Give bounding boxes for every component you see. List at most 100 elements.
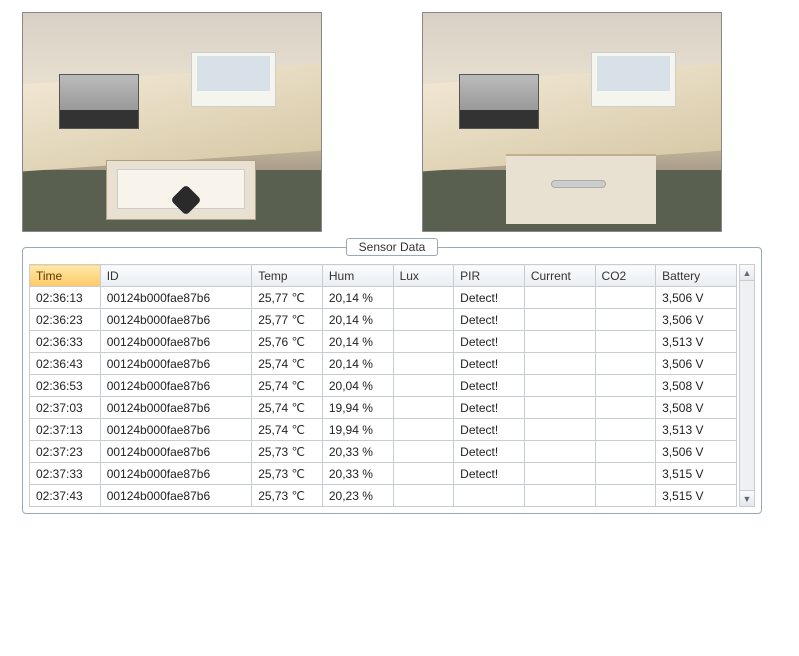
cell-id: 00124b000fae87b6 (100, 353, 252, 375)
photo-right (422, 12, 722, 232)
cell-battery: 3,513 V (656, 419, 737, 441)
col-header-current[interactable]: Current (524, 265, 595, 287)
cell-battery: 3,506 V (656, 309, 737, 331)
cell-battery: 3,506 V (656, 441, 737, 463)
cell-temp: 25,74 ℃ (252, 419, 323, 441)
cell-temp: 25,73 ℃ (252, 441, 323, 463)
table-row[interactable]: 02:37:1300124b000fae87b625,74 ℃19,94 % De… (30, 419, 737, 441)
cell-lux (393, 397, 454, 419)
scroll-down-button[interactable]: ▼ (740, 490, 754, 506)
cell-lux (393, 485, 454, 507)
cell-id: 00124b000fae87b6 (100, 463, 252, 485)
cell-hum: 20,23 % (322, 485, 393, 507)
cell-time: 02:36:23 (30, 309, 101, 331)
cell-current (524, 375, 595, 397)
cell-co2 (595, 331, 656, 353)
cell-co2 (595, 287, 656, 309)
cell-time: 02:36:13 (30, 287, 101, 309)
cell-hum: 20,04 % (322, 375, 393, 397)
cell-current (524, 353, 595, 375)
cell-lux (393, 375, 454, 397)
panel-title: Sensor Data (346, 238, 439, 256)
table-row[interactable]: 02:37:4300124b000fae87b625,73 ℃20,23 %3,… (30, 485, 737, 507)
cell-current (524, 463, 595, 485)
cell-time: 02:37:43 (30, 485, 101, 507)
cell-pir: Detect! (454, 287, 525, 309)
cell-battery: 3,506 V (656, 353, 737, 375)
col-header-temp[interactable]: Temp (252, 265, 323, 287)
col-header-pir[interactable]: PIR (454, 265, 525, 287)
cell-temp: 25,73 ℃ (252, 463, 323, 485)
cell-current (524, 419, 595, 441)
table-row[interactable]: 02:37:3300124b000fae87b625,73 ℃20,33 % De… (30, 463, 737, 485)
vertical-scrollbar[interactable]: ▲ ▼ (739, 264, 755, 507)
cell-co2 (595, 397, 656, 419)
cell-co2 (595, 309, 656, 331)
cell-hum: 20,14 % (322, 287, 393, 309)
cell-time: 02:37:03 (30, 397, 101, 419)
table-row[interactable]: 02:37:2300124b000fae87b625,73 ℃20,33 %De… (30, 441, 737, 463)
cell-time: 02:36:43 (30, 353, 101, 375)
cell-id: 00124b000fae87b6 (100, 485, 252, 507)
cell-battery: 3,508 V (656, 375, 737, 397)
cell-hum: 19,94 % (322, 397, 393, 419)
cell-temp: 25,77 ℃ (252, 287, 323, 309)
table-row[interactable]: 02:36:5300124b000fae87b625,74 ℃20,04 %De… (30, 375, 737, 397)
cell-time: 02:36:53 (30, 375, 101, 397)
cell-id: 00124b000fae87b6 (100, 441, 252, 463)
col-header-id[interactable]: ID (100, 265, 252, 287)
cell-hum: 20,33 % (322, 463, 393, 485)
sensor-data-panel: Sensor Data Time ID Temp Hum Lux PIR Cur… (22, 247, 762, 514)
cell-time: 02:37:33 (30, 463, 101, 485)
cell-lux (393, 441, 454, 463)
sensor-data-table[interactable]: Time ID Temp Hum Lux PIR Current CO2 Bat… (29, 264, 737, 507)
col-header-lux[interactable]: Lux (393, 265, 454, 287)
cell-current (524, 309, 595, 331)
cell-id: 00124b000fae87b6 (100, 331, 252, 353)
cell-pir: Detect! (454, 419, 525, 441)
cell-hum: 19,94 % (322, 419, 393, 441)
cell-co2 (595, 463, 656, 485)
cell-lux (393, 419, 454, 441)
col-header-hum[interactable]: Hum (322, 265, 393, 287)
cell-id: 00124b000fae87b6 (100, 287, 252, 309)
cell-time: 02:36:33 (30, 331, 101, 353)
table-row[interactable]: 02:36:4300124b000fae87b625,74 ℃20,14 %De… (30, 353, 737, 375)
col-header-battery[interactable]: Battery (656, 265, 737, 287)
table-row[interactable]: 02:37:0300124b000fae87b625,74 ℃19,94 % De… (30, 397, 737, 419)
scroll-up-button[interactable]: ▲ (740, 265, 754, 281)
cell-lux (393, 463, 454, 485)
cell-id: 00124b000fae87b6 (100, 375, 252, 397)
cell-pir (454, 485, 525, 507)
table-row[interactable]: 02:36:2300124b000fae87b625,77 ℃20,14 %De… (30, 309, 737, 331)
cell-battery: 3,513 V (656, 331, 737, 353)
table-row[interactable]: 02:36:3300124b000fae87b625,76 ℃20,14 %De… (30, 331, 737, 353)
cell-co2 (595, 353, 656, 375)
cell-pir: Detect! (454, 441, 525, 463)
table-row[interactable]: 02:36:1300124b000fae87b625,77 ℃20,14 % De… (30, 287, 737, 309)
cell-id: 00124b000fae87b6 (100, 419, 252, 441)
cell-co2 (595, 375, 656, 397)
cell-lux (393, 353, 454, 375)
cell-time: 02:37:13 (30, 419, 101, 441)
cell-lux (393, 309, 454, 331)
cell-battery: 3,515 V (656, 463, 737, 485)
cell-co2 (595, 441, 656, 463)
cell-pir: Detect! (454, 397, 525, 419)
cell-hum: 20,14 % (322, 331, 393, 353)
cell-time: 02:37:23 (30, 441, 101, 463)
cell-battery: 3,508 V (656, 397, 737, 419)
cell-hum: 20,14 % (322, 309, 393, 331)
cell-temp: 25,77 ℃ (252, 309, 323, 331)
col-header-co2[interactable]: CO2 (595, 265, 656, 287)
cell-temp: 25,74 ℃ (252, 397, 323, 419)
cell-pir: Detect! (454, 463, 525, 485)
cell-current (524, 485, 595, 507)
cell-temp: 25,74 ℃ (252, 353, 323, 375)
col-header-time[interactable]: Time (30, 265, 101, 287)
cell-id: 00124b000fae87b6 (100, 397, 252, 419)
cell-co2 (595, 419, 656, 441)
photo-left (22, 12, 322, 232)
cell-temp: 25,74 ℃ (252, 375, 323, 397)
cell-lux (393, 331, 454, 353)
